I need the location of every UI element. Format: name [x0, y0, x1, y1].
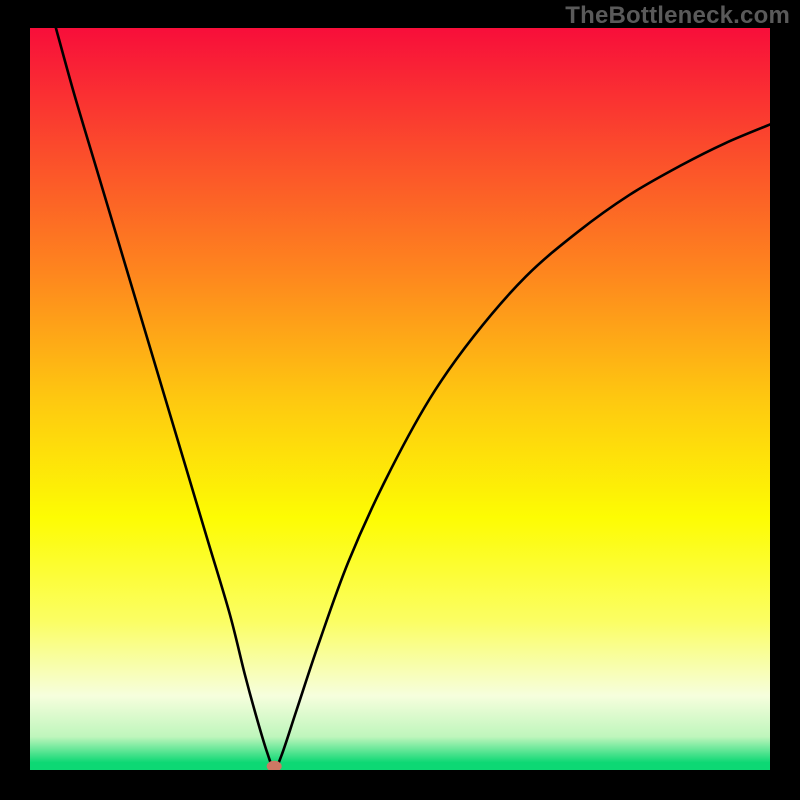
watermark-text: TheBottleneck.com — [565, 2, 790, 30]
plot-area — [30, 28, 770, 770]
chart-container: TheBottleneck.com — [0, 0, 800, 800]
gradient-background — [30, 28, 770, 770]
chart-svg — [30, 28, 770, 770]
